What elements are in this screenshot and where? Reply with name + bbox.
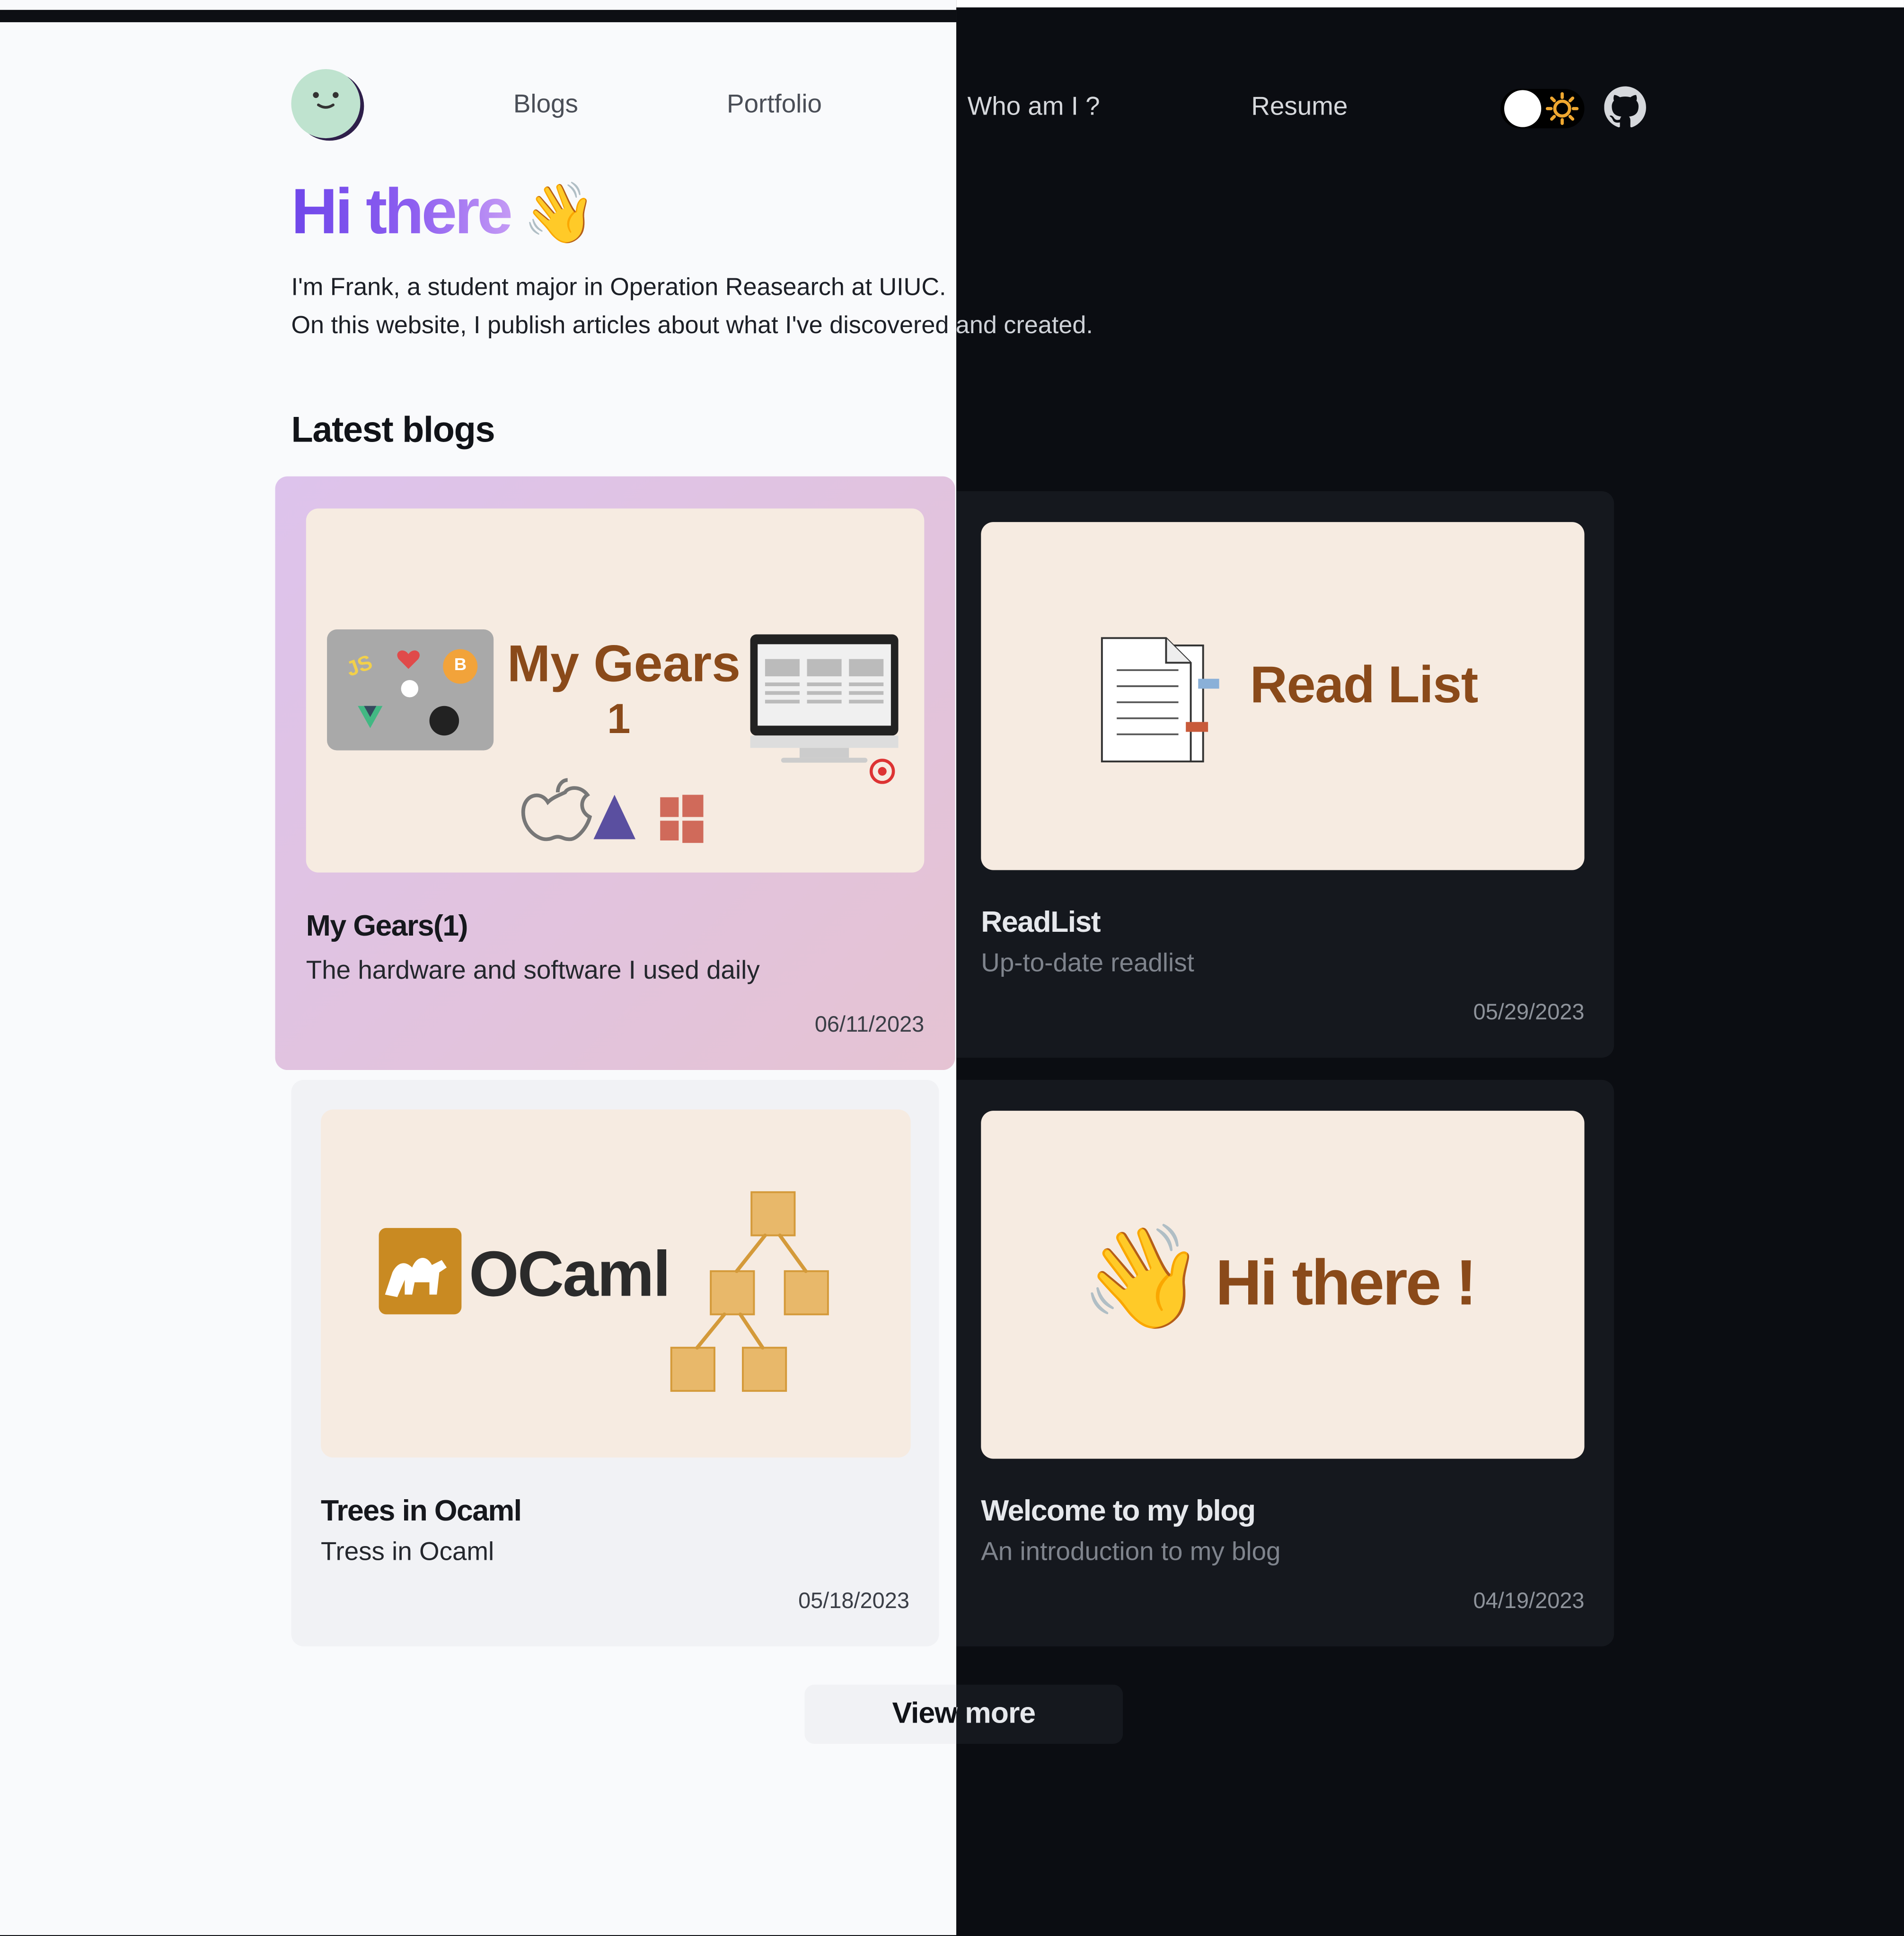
welcome-thumb-headline: Hi there !	[1215, 1247, 1477, 1319]
github-link[interactable]	[1604, 86, 1646, 129]
smiley-avatar-icon	[291, 69, 364, 141]
hero-heading: Hi there 👋	[291, 175, 596, 249]
top-edge-bar	[0, 9, 957, 22]
theme-toggle[interactable]	[1500, 87, 1585, 131]
github-icon	[1604, 86, 1646, 128]
blog-thumbnail: 👋 Hi there !	[981, 1111, 1585, 1459]
card-date: 06/11/2023	[814, 1012, 925, 1037]
card-date: 04/19/2023	[1473, 1588, 1585, 1613]
card-title: Welcome to my blog	[981, 1494, 1256, 1528]
waving-hand-icon: 👋	[522, 181, 597, 247]
nav-link-resume[interactable]: Resume	[1251, 93, 1348, 123]
intro-line-2-dark: On this website, I publish articles abou…	[956, 312, 1093, 340]
card-description: An introduction to my blog	[981, 1538, 1281, 1566]
screenshot-stage: Blogs Portfolio Who am I ? Resume Hi the…	[0, 0, 1904, 1936]
card-description: The hardware and software I used daily	[306, 956, 760, 985]
gears-thumb-headline: My Gears	[507, 634, 741, 693]
view-more-label: View more	[892, 1697, 957, 1731]
intro-dark-clip: I'm Frank, a student major in Operation …	[956, 274, 1450, 348]
ocaml-thumb-headline: OCaml	[469, 1239, 671, 1311]
top-edge-bar-dark	[956, 0, 1904, 8]
waving-hand-icon: 👋	[1079, 1221, 1206, 1335]
blog-card-readlist[interactable]: Read List ReadList Up-to-date readlist 0…	[956, 491, 1614, 1058]
blog-thumbnail: Read List	[981, 522, 1585, 870]
blog-thumbnail: OCaml	[321, 1109, 911, 1458]
bitcoin-badge: B	[454, 654, 467, 674]
card-description: Up-to-date readlist	[981, 949, 1194, 978]
intro-light-clip: I'm Frank, a student major in Operation …	[291, 274, 956, 348]
card-description: Tress in Ocaml	[321, 1538, 494, 1566]
card-date: 05/29/2023	[1473, 999, 1585, 1025]
card-title: My Gears(1)	[306, 910, 468, 943]
view-more-button[interactable]: View more View more	[804, 1684, 1123, 1744]
intro-line-1: I'm Frank, a student major in Operation …	[291, 274, 946, 301]
blog-card-my-gears[interactable]: JS B My Gears 1 My Gears(1) The hardware…	[275, 476, 955, 1070]
nav-link-who-am-i[interactable]: Who am I ?	[968, 93, 1100, 123]
readlist-thumb-headline: Read List	[1250, 655, 1479, 714]
view-more-dark-half: View more	[956, 1684, 1123, 1744]
avatar[interactable]	[291, 68, 365, 141]
card-title: ReadList	[981, 906, 1101, 939]
intro-line-2: On this website, I publish articles abou…	[291, 312, 956, 340]
gears-thumb-number: 1	[607, 696, 631, 743]
nav-link-blogs[interactable]: Blogs	[513, 90, 578, 120]
hero-title: Hi there	[291, 175, 512, 249]
view-more-light-half: View more	[804, 1684, 957, 1744]
card-date: 05/18/2023	[798, 1588, 910, 1613]
blog-thumbnail: JS B My Gears 1	[306, 508, 925, 873]
nav-link-portfolio[interactable]: Portfolio	[727, 90, 822, 120]
blog-card-welcome[interactable]: 👋 Hi there ! Welcome to my blog An intro…	[956, 1079, 1614, 1646]
blog-card-trees-in-ocaml[interactable]: OCaml Trees in Ocaml Tress in Ocaml 05/1…	[291, 1079, 939, 1646]
card-title: Trees in Ocaml	[321, 1494, 522, 1528]
latest-blogs-heading: Latest blogs	[291, 411, 495, 451]
view-more-label-dark: View more	[956, 1697, 1036, 1731]
